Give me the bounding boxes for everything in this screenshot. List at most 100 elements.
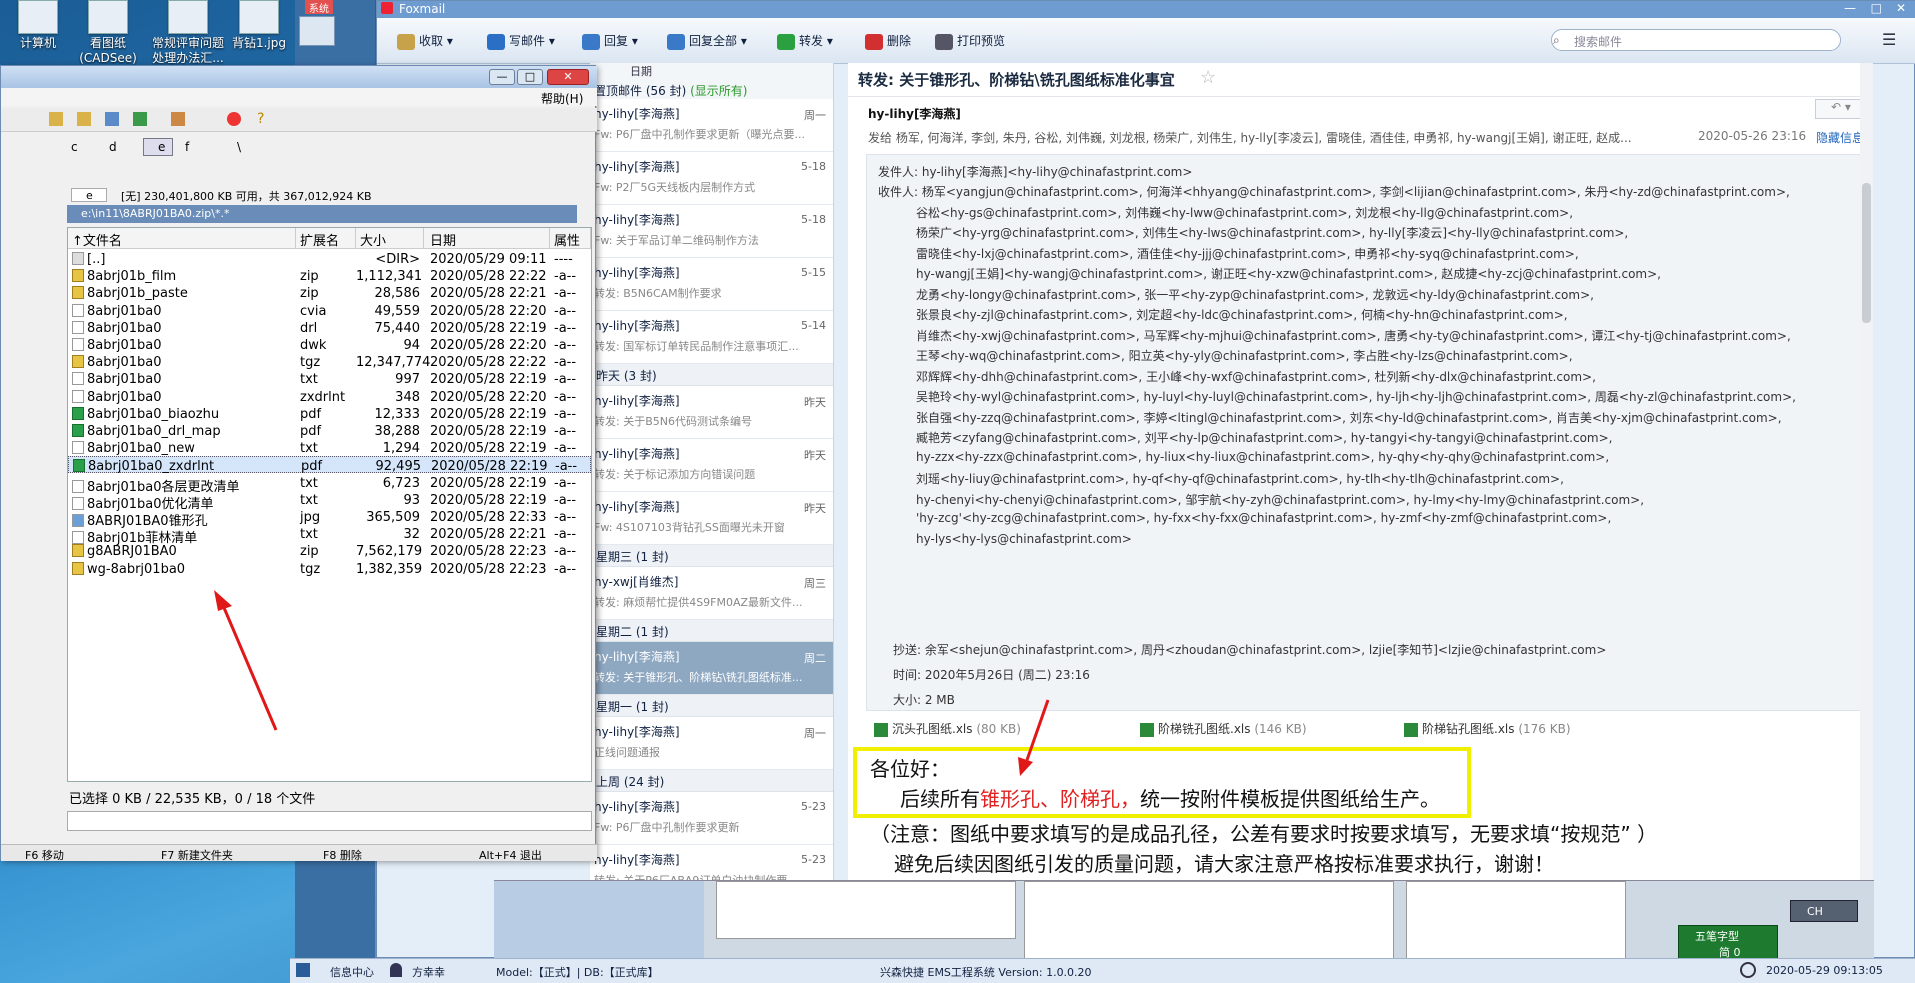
help-menu[interactable]: 帮助(H) [541, 90, 583, 107]
file-row[interactable]: wg-8abrj01ba0 tgz 1,382,359 2020/05/28 22:2… [68, 560, 591, 577]
mail-list-item[interactable]: hy-lihy[李海燕] 昨天 Fw: 4S107103背钻孔SS面曝光未开窗 [590, 492, 833, 545]
path-bar[interactable]: e:\in11\8ABRJ01BA0.zip\*.* [67, 205, 577, 223]
grid-icon[interactable] [296, 963, 310, 977]
pinned-group-header[interactable]: 置顶邮件 (56 封) (显示所有) [590, 79, 833, 99]
drive-f[interactable]: f [185, 140, 189, 154]
file-row[interactable]: 8abrj01ba0_biaozhu pdf 12,333 2020/05/28 22… [68, 405, 591, 422]
file-row[interactable]: 8abrj01ba0 drl 75,440 2020/05/28 22:19 -a-- [68, 319, 591, 336]
mail-list-item[interactable]: hy-lihy[李海燕] 5-18 Fw: P2厂5G天线板内层制作方式 [590, 152, 833, 205]
minimize-icon[interactable]: — [1844, 1, 1856, 15]
drive-c[interactable]: c [71, 140, 78, 154]
archive-icon[interactable] [171, 112, 185, 126]
forward-button[interactable]: 转发 ▾ [777, 32, 833, 50]
file-row[interactable]: 8abrj01ba0 zxdrlnt 348 2020/05/28 22:20 -a-- [68, 388, 591, 405]
mail-list-item[interactable]: hy-lihy[李海燕] 5-18 Fw: 关于军品订单二维码制作方法 [590, 205, 833, 258]
attachment-item[interactable]: 沉头孔图纸.xls (80 KB) [874, 720, 1021, 737]
minimize-icon[interactable]: — [489, 69, 515, 85]
desktop-icon-image[interactable]: 背钻1.jpg [228, 0, 290, 51]
attachment-item[interactable]: 阶梯铣孔图纸.xls (146 KB) [1140, 720, 1307, 737]
maximize-icon[interactable]: □ [1871, 1, 1882, 15]
file-row[interactable]: 8abrj01ba0各层更改清单 txt 6,723 2020/05/28 22:19… [68, 474, 591, 495]
col-size-header[interactable]: 大小 [356, 228, 424, 249]
stop-icon[interactable] [227, 112, 241, 126]
desktop-icon-review[interactable]: 常规评审问题 处理办法汇... [144, 0, 232, 66]
f6-button[interactable]: F6 移动 [25, 847, 64, 863]
file-row[interactable]: 8abrj01ba0 cvia 49,559 2020/05/28 22:20 -a-- [68, 302, 591, 319]
menu-icon[interactable] [299, 16, 335, 46]
maximize-icon[interactable]: □ [517, 69, 543, 85]
mail-list-item[interactable]: hy-lihy[李海燕] 昨天 转发: 关于标记添加方向错误问题 [590, 439, 833, 492]
col-attr-header[interactable]: 属性 [550, 228, 591, 249]
mail-list-item[interactable]: hy-xwj[肖维杰] 周三 转发: 麻烦帮忙提供4S9FM0AZ最新文件... [590, 567, 833, 620]
file-row[interactable]: 8abrj01ba0_new txt 1,294 2020/05/28 22:19 -a… [68, 439, 591, 456]
file-row[interactable]: 8abrj01b_film zip 1,112,341 2020/05/28 22:2… [68, 267, 591, 284]
compose-button[interactable]: 写邮件 ▾ [487, 32, 555, 50]
close-icon[interactable]: ✕ [547, 69, 589, 85]
col-ext-header[interactable]: 扩展名 [296, 228, 356, 249]
desktop-icon-cadsee[interactable]: 看图纸 (CADSee) [68, 0, 148, 66]
mail-group-header[interactable]: 星期三 (1 封) [590, 545, 833, 567]
scrollbar[interactable] [1860, 63, 1873, 958]
folder-icon[interactable] [77, 112, 91, 126]
mail-list-item[interactable]: hy-lihy[李海燕] 5-15 转发: B5N6CAM制作要求 [590, 258, 833, 311]
recipient-line: hy-wangj[王娟]<hy-wangj@chinafastprint.com… [916, 267, 1661, 281]
mail-list-item[interactable]: hy-lihy[李海燕] 昨天 转发: 关于B5N6代码测试条编号 [590, 386, 833, 439]
print-preview-button[interactable]: 打印预览 [935, 32, 1005, 50]
sender-name[interactable]: hy-lihy[李海燕] [868, 105, 961, 122]
reply-button[interactable]: 回复 ▾ [582, 32, 638, 50]
mail-list-item[interactable]: hy-lihy[李海燕] 周一 正线问题通报 [590, 717, 833, 770]
file-row[interactable]: 8abrj01b_paste zip 28,586 2020/05/28 22:21-… [68, 284, 591, 301]
mail-list-item[interactable]: hy-lihy[李海燕] 5-14 转发: 国军标订单转民品制作注意事项汇... [590, 311, 833, 364]
drive-e[interactable]: e [143, 138, 173, 156]
f7-button[interactable]: F7 新建文件夹 [161, 847, 233, 863]
drive-select[interactable]: e [71, 188, 107, 202]
desktop-icon-computer[interactable]: 计算机 [0, 0, 78, 51]
reply-all-button[interactable]: 回复全部 ▾ [667, 32, 747, 50]
refresh-icon[interactable] [133, 112, 147, 126]
sort-header[interactable]: 日期 [590, 63, 833, 79]
command-line[interactable] [67, 811, 592, 831]
file-row[interactable]: 8abrj01ba0 dwk 94 2020/05/28 22:20 -a-- [68, 336, 591, 353]
ime-toolbar[interactable]: 五笔字型 简 0 [1678, 925, 1778, 961]
receive-button[interactable]: 收取 ▾ [397, 32, 453, 50]
mail-list-item[interactable]: hy-lihy[李海燕] 5-23 Fw: P6厂盘中孔制作要求更新 [590, 792, 833, 845]
altf4-button[interactable]: Alt+F4 退出 [479, 847, 542, 863]
file-row[interactable]: g8ABRJ01BA0 zip 7,562,179 2020/05/28 22:23-… [68, 542, 591, 559]
mail-group-header[interactable]: 星期二 (1 封) [590, 620, 833, 642]
help-icon[interactable]: ? [257, 111, 264, 127]
mail-list-item[interactable]: hy-lihy[李海燕] 周一 Fw: P6厂盘中孔制作要求更新（曝光点要... [590, 99, 833, 152]
file-row[interactable]: 8abrj01ba0_zxdrlnt pdf 92,495 2020/05/28 22… [68, 456, 591, 474]
copy-icon[interactable] [105, 112, 119, 126]
attachment-item[interactable]: 阶梯钻孔图纸.xls (176 KB) [1404, 720, 1571, 737]
file-row[interactable]: 8abrj01ba0_drl_map pdf 38,288 2020/05/28 22… [68, 422, 591, 439]
drive-root[interactable]: \ [237, 140, 241, 154]
background-app-area [494, 880, 1874, 959]
col-date-header[interactable]: 日期 [424, 228, 550, 249]
mail-group-header[interactable]: 上周 (24 封) [590, 770, 833, 792]
file-row[interactable]: 8abrj01ba0优化清单 txt 93 2020/05/28 22:19 -a-- [68, 491, 591, 512]
info-center-label[interactable]: 信息中心 [330, 964, 374, 980]
search-input[interactable]: 搜索邮件 [1551, 29, 1841, 51]
mail-from: hy-lihy[李海燕] [594, 725, 680, 739]
drive-d[interactable]: d [109, 140, 117, 154]
file-row[interactable]: [..] <DIR> 2020/05/29 09:11 ---- [68, 250, 591, 267]
mail-group-header[interactable]: 星期一 (1 封) [590, 695, 833, 717]
star-icon[interactable]: ☆ [1200, 67, 1216, 88]
file-row[interactable]: 8abrj01ba0 tgz 12,347,774 2020/05/28 22:22-… [68, 353, 591, 370]
mail-group-header[interactable]: 昨天 (3 封) [590, 364, 833, 386]
mail-list-item[interactable]: hy-lihy[李海燕] 周二 转发: 关于锥形孔、阶梯钻\铣孔图纸标准... [590, 642, 833, 695]
folder-icon[interactable] [49, 112, 63, 126]
file-row[interactable]: 8abrj01ba0 txt 997 2020/05/28 22:19 -a-- [68, 370, 591, 387]
close-icon[interactable]: ✕ [1896, 1, 1906, 15]
f8-button[interactable]: F8 删除 [323, 847, 362, 863]
header-details-box: 发件人: hy-lihy[李海燕]<hy-lihy@chinafastprint… [866, 154, 1862, 711]
hide-info-link[interactable]: 隐藏信息 [1816, 129, 1864, 146]
menu-icon[interactable]: ☰ [1882, 30, 1896, 49]
system-tab[interactable]: 系统 [305, 0, 333, 15]
file-row[interactable]: 8ABRJ01BA0锥形孔 jpg 365,509 2020/05/28 22:33-… [68, 508, 591, 529]
delete-button[interactable]: 删除 [865, 32, 911, 50]
file-name: 8abrj01ba0_biaozhu [87, 406, 220, 422]
file-row[interactable]: 8abrj01b菲林清单 txt 32 2020/05/28 22:21 -a-- [68, 525, 591, 546]
col-name-header[interactable]: ↑文件名 [68, 228, 296, 249]
language-bar[interactable]: CH [1790, 900, 1858, 922]
